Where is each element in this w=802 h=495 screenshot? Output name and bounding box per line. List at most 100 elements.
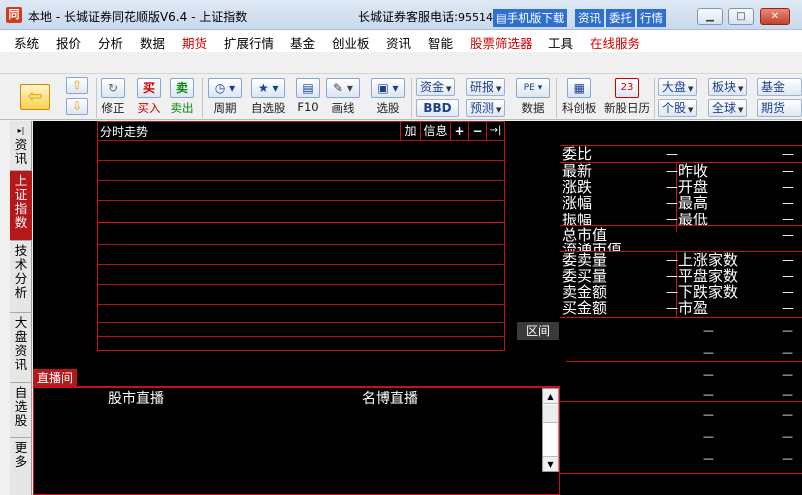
menu-fund[interactable]: 基金 <box>290 33 315 52</box>
research-dropdown[interactable]: 研报 ▼ <box>466 78 506 96</box>
sector-dropdown[interactable]: 板块 ▼ <box>708 78 748 96</box>
buy-button[interactable]: 买 买入 <box>137 78 161 116</box>
hotline-number: 95514 <box>458 11 494 24</box>
correct-button[interactable]: ↻ 修正 <box>101 78 125 116</box>
tick-price: — <box>703 408 714 421</box>
live-room-tab[interactable]: 直播间 <box>33 369 77 387</box>
live-room-panel: 股市直播 名博直播 ▲ ▼ <box>33 387 560 495</box>
toolbar-divider <box>411 78 412 118</box>
sell-label: 卖出 <box>170 101 194 115</box>
stock-select-button[interactable]: ▣ ▾ 选股 <box>371 78 405 116</box>
close-button[interactable]: ✕ <box>760 8 790 25</box>
zoom-in-icon[interactable]: + <box>450 122 468 140</box>
futures-dropdown[interactable]: 期货 <box>757 99 802 117</box>
stock-dropdown[interactable]: 个股 ▼ <box>658 99 698 117</box>
bbd-button[interactable]: BBD <box>416 99 459 117</box>
quote-row: 涨幅 — 最高 — <box>560 194 802 212</box>
watchlist-button[interactable]: ★ ▾ 自选股 <box>251 78 286 116</box>
menu-quote[interactable]: 报价 <box>56 33 81 52</box>
pe-icon: PE ▾ <box>516 78 550 98</box>
left-tab-market-news[interactable]: 大盘资讯 <box>10 313 32 383</box>
left-margin <box>0 121 10 495</box>
left-tab-more[interactable]: 更多 <box>10 438 32 495</box>
menu-news[interactable]: 资讯 <box>386 33 411 52</box>
menu-smart[interactable]: 智能 <box>428 33 453 52</box>
tick-volume: — <box>782 368 793 381</box>
tick-price: — <box>703 346 714 359</box>
open-label: 开盘 <box>678 178 709 196</box>
scroll-down-icon[interactable]: ▼ <box>543 456 558 471</box>
mobile-download-link[interactable]: ▤手机版下载 <box>493 9 568 27</box>
forecast-dropdown[interactable]: 预测 ▼ <box>466 99 506 117</box>
buy-icon: 买 <box>137 78 161 98</box>
tick-volume: — <box>782 388 793 401</box>
quote-divider <box>560 473 802 474</box>
news-link[interactable]: 资讯 <box>575 9 604 27</box>
live-scrollbar[interactable]: ▲ ▼ <box>542 388 559 472</box>
menu-stock-screener[interactable]: 股票筛选器 <box>470 33 533 52</box>
app-logo-icon: 同 <box>6 7 22 23</box>
back-button[interactable]: ⇦ <box>20 84 50 110</box>
dropdown-arrow-icon: ▼ <box>496 106 502 114</box>
back-arrow-icon: ⇦ <box>20 84 50 110</box>
scroll-thumb[interactable] <box>543 405 558 423</box>
quote-link[interactable]: 行情 <box>637 9 666 27</box>
intraday-chart[interactable]: 分时走势 加 信息 + − →| <box>97 121 505 351</box>
left-tab-sh-index[interactable]: 上证指数 <box>10 171 32 241</box>
buy-amount-value: — <box>666 301 678 315</box>
grid-line <box>98 180 504 181</box>
menu-futures[interactable]: 期货 <box>182 33 207 52</box>
maximize-button[interactable]: □ <box>728 8 754 25</box>
pe-ratio-value: — <box>782 301 794 315</box>
tick-price: — <box>703 388 714 401</box>
menu-extended-quotes[interactable]: 扩展行情 <box>224 33 274 52</box>
menu-tools[interactable]: 工具 <box>548 33 573 52</box>
ipo-calendar-button[interactable]: 23 新股日历 <box>604 78 650 116</box>
data-button[interactable]: PE ▾ 数据 <box>516 78 550 116</box>
period-button[interactable]: ◷ ▾ 周期 <box>208 78 242 116</box>
capital-dropdown[interactable]: 资金 ▼ <box>416 78 456 96</box>
menu-online-service[interactable]: 在线服务 <box>590 33 640 52</box>
tick-volume: — <box>782 346 793 359</box>
chart-info-button[interactable]: 信息 <box>420 122 450 140</box>
jump-end-icon[interactable]: →| <box>486 122 504 140</box>
left-tab-technical[interactable]: 技术分析 <box>10 241 32 313</box>
menu-data[interactable]: 数据 <box>140 33 165 52</box>
market-dropdown[interactable]: 大盘 ▼ <box>658 78 698 96</box>
draw-line-button[interactable]: ✎ ▾ 画线 <box>326 78 360 116</box>
quote-row: 最新 — 昨收 — <box>560 163 802 179</box>
scroll-up-icon[interactable]: ▲ <box>543 389 558 404</box>
chart-add-button[interactable]: 加 <box>400 122 420 140</box>
interval-button[interactable]: 区间 <box>517 322 559 340</box>
sell-amount-label: 卖金额 <box>562 283 608 301</box>
quote-row-float-cap: 流通市值 <box>560 243 802 251</box>
prev-close-value: — <box>782 164 794 178</box>
order-link[interactable]: 委托 <box>606 9 635 27</box>
change-pct-label: 涨幅 <box>562 194 593 212</box>
zoom-out-icon[interactable]: − <box>468 122 486 140</box>
left-tab-watchlist[interactable]: 自选股 <box>10 383 32 438</box>
tick-price: — <box>703 452 714 465</box>
menu-gem[interactable]: 创业板 <box>332 33 370 52</box>
sell-icon: 卖 <box>170 78 194 98</box>
minimize-button[interactable]: ▁ <box>697 8 723 25</box>
bid-volume-value: — <box>666 269 678 283</box>
stock-live-header[interactable]: 股市直播 <box>108 388 164 408</box>
left-tab-news[interactable]: ▸| 资讯 <box>10 121 32 171</box>
down-button[interactable]: ⇩ <box>66 98 88 115</box>
quote-divider <box>566 361 802 362</box>
sell-amount-value: — <box>666 285 678 299</box>
tick-volume: — <box>782 324 793 337</box>
global-dropdown[interactable]: 全球 ▼ <box>708 99 748 117</box>
blogger-live-header[interactable]: 名博直播 <box>362 388 418 408</box>
float-market-cap-label: 流通市值 <box>562 243 622 251</box>
sell-button[interactable]: 卖 卖出 <box>170 78 194 116</box>
up-button[interactable]: ⇧ <box>66 77 88 94</box>
grid-line <box>98 336 504 337</box>
star-market-button[interactable]: ▦ 科创板 <box>562 78 597 116</box>
quote-row: 涨跌 — 开盘 — <box>560 178 802 196</box>
fund-dropdown[interactable]: 基金 <box>757 78 802 96</box>
menu-analysis[interactable]: 分析 <box>98 33 123 52</box>
menu-system[interactable]: 系统 <box>14 33 39 52</box>
f10-button[interactable]: ▤ F10 <box>296 78 320 114</box>
